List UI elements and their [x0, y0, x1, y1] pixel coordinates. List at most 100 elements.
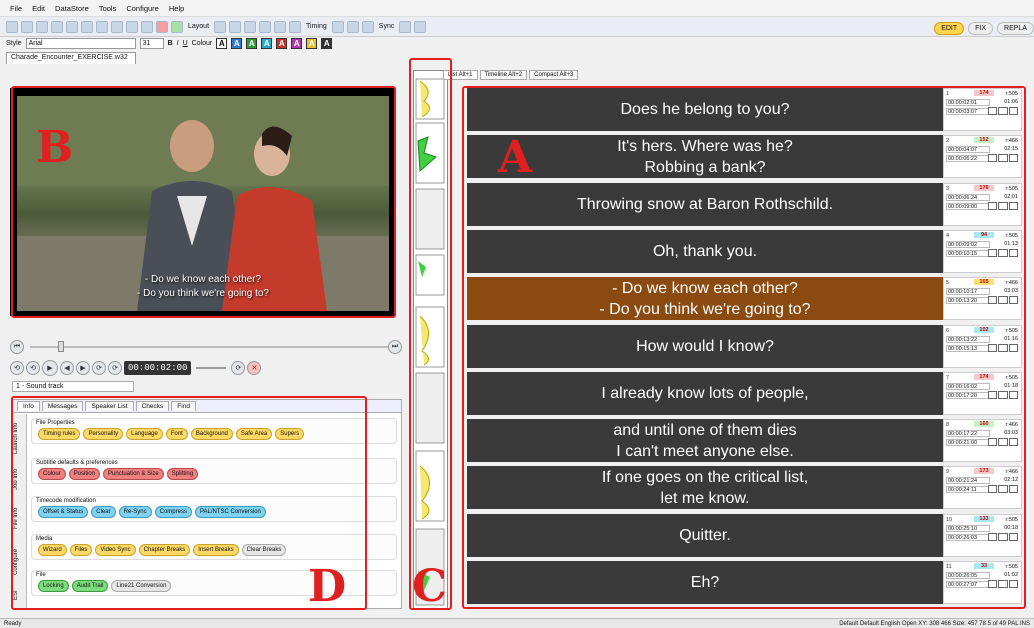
print-icon[interactable] [126, 20, 138, 33]
subtitle-text[interactable]: - Do we know each other? - Do you think w… [467, 277, 943, 321]
subtitle-row[interactable]: If one goes on the critical list, let me … [462, 466, 1022, 510]
pill-button[interactable]: Timing rules [38, 428, 81, 440]
timecode-out[interactable]: 00:00:26:03 [946, 533, 990, 541]
subtitle-row[interactable]: Throwing snow at Baron Rothschild. 3 176 r:… [462, 182, 1022, 226]
flag-box[interactable] [1008, 201, 1018, 210]
pill-button[interactable]: Offset & Status [38, 506, 89, 518]
timecode-out[interactable]: 00:00:17:20 [946, 391, 990, 399]
pill-button[interactable]: Colour [38, 468, 66, 480]
flag-box[interactable] [998, 532, 1008, 541]
colour-red-button[interactable]: A [276, 38, 288, 49]
pill-button[interactable]: Locking [38, 580, 69, 592]
timecode-in[interactable]: 00:00:10:17 [946, 288, 990, 296]
timecode-in[interactable]: 00:00:21:24 [946, 477, 990, 485]
flag-box[interactable] [1008, 438, 1018, 447]
tab-find[interactable]: Find [171, 401, 196, 411]
menu-tools[interactable]: Tools [99, 4, 117, 13]
pill-button[interactable]: Line21 Conversion [111, 580, 172, 592]
timecode-out[interactable]: 00:00:09:00 [946, 202, 990, 210]
pill-button[interactable]: Punctuation & Size [103, 468, 164, 480]
colour-blue-button[interactable]: A [231, 38, 243, 49]
menu-configure[interactable]: Configure [126, 4, 159, 13]
subtitle-text[interactable]: How would I know? [467, 324, 943, 368]
pill-button[interactable]: Chapter Breaks [138, 544, 191, 556]
flag-box[interactable] [1008, 485, 1018, 494]
subtitle-text[interactable]: Oh, thank you. [467, 229, 943, 273]
timecode-in[interactable]: 00:00:13:22 [946, 335, 990, 343]
flag-box[interactable] [1008, 248, 1018, 257]
skip-start-icon[interactable]: ⏮ [10, 340, 24, 354]
flag-box[interactable] [1008, 107, 1018, 115]
tab-speaker-list[interactable]: Speaker List [85, 401, 134, 411]
flag-box[interactable] [1008, 154, 1018, 163]
colour-white-button[interactable]: A [216, 38, 228, 49]
tab-checks[interactable]: Checks [135, 401, 170, 411]
subtitle-row[interactable]: How would I know? 6 102 r:505 00:00:13:22 01:… [462, 324, 1022, 368]
new-icon[interactable] [6, 20, 18, 33]
pill-button[interactable]: Wizard [38, 544, 67, 556]
tab-list[interactable]: List Alt+1 [443, 70, 478, 80]
subtitle-row[interactable]: Quitter. 10 133 r:505 00:00:25:10 00:18 00:00:… [462, 513, 1022, 557]
save-icon[interactable] [36, 20, 48, 33]
subtitle-text[interactable]: and until one of them dies I can't meet a… [467, 419, 943, 463]
flag-box[interactable] [998, 485, 1008, 494]
subtitle-row[interactable]: Oh, thank you. 4 94 r:505 00:00:09:02 01:13 00… [462, 229, 1022, 273]
flag-box[interactable] [998, 296, 1008, 305]
seek-bar[interactable] [30, 346, 390, 348]
tab-messages[interactable]: Messages [41, 401, 84, 411]
flag-box[interactable] [1008, 580, 1018, 588]
loop-icon[interactable]: ⟳ [231, 361, 246, 375]
timecode-out[interactable]: 00:00:10:15 [946, 249, 990, 257]
flag-box[interactable] [988, 154, 998, 163]
waveform-panel[interactable] [413, 70, 448, 610]
pill-button[interactable]: Font [165, 428, 188, 440]
colour-black-button[interactable]: A [321, 38, 333, 49]
timecode-in[interactable]: 00:00:04:07 [946, 146, 990, 154]
pill-button[interactable]: Language [126, 428, 163, 440]
pill-button[interactable]: Safe Area [235, 428, 273, 440]
flag-box[interactable] [988, 296, 998, 305]
pill-button[interactable]: Clear [91, 506, 116, 518]
timecode-out[interactable]: 00:00:15:13 [946, 344, 990, 352]
timecode-in[interactable]: 00:00:25:10 [946, 524, 990, 532]
subtitle-text[interactable]: Quitter. [467, 513, 943, 557]
bold-button[interactable]: B [168, 40, 173, 47]
timing-in-icon[interactable] [331, 20, 344, 33]
subtitle-row[interactable]: and until one of them dies I can't meet a… [462, 419, 1022, 463]
pill-button[interactable]: Clear Breaks [241, 544, 287, 556]
find-icon[interactable] [141, 20, 153, 33]
pill-button[interactable]: Re-Sync [118, 506, 152, 518]
pill-button[interactable]: PAL/NTSC Conversion [194, 506, 266, 518]
tab-compact[interactable]: Compact Alt+3 [529, 70, 579, 80]
pill-button[interactable]: Personality [83, 428, 124, 440]
rewind-icon[interactable]: ⟲ [26, 361, 40, 375]
timecode-in[interactable]: 00:00:09:02 [946, 240, 990, 248]
seek-handle[interactable] [58, 341, 64, 352]
flag-box[interactable] [1008, 343, 1018, 352]
cut-icon[interactable] [51, 20, 63, 33]
tab-timeline[interactable]: Timeline Alt+2 [479, 70, 528, 80]
timecode-out[interactable]: 00:00:21:00 [946, 439, 990, 447]
timecode-in[interactable]: 00:00:16:02 [946, 382, 990, 390]
align-left-icon[interactable] [214, 20, 227, 33]
volume-slider[interactable] [196, 367, 227, 369]
step-back-icon[interactable]: ◀ [60, 361, 74, 375]
menu-edit[interactable]: Edit [32, 4, 45, 13]
subtitle-row[interactable]: It's hers. Where was he? Robbing a bank? 2… [462, 135, 1022, 179]
flag-box[interactable] [1008, 390, 1018, 399]
flag-box[interactable] [998, 343, 1008, 352]
vtab-esi[interactable]: ESI [13, 586, 27, 604]
subtitle-text[interactable]: It's hers. Where was he? Robbing a bank? [467, 135, 943, 179]
flag-box[interactable] [998, 107, 1008, 115]
open-icon[interactable] [21, 20, 33, 33]
flag-box[interactable] [988, 201, 998, 210]
subtitle-text[interactable]: Eh? [467, 561, 943, 604]
colour-magenta-button[interactable]: A [291, 38, 303, 49]
flag-box[interactable] [998, 248, 1008, 257]
vtab-configure[interactable]: Configure [13, 542, 27, 582]
sound-track-select[interactable]: 1 - Sound track [12, 381, 134, 392]
mode-edit[interactable]: EDIT [934, 22, 965, 35]
skip-end-icon[interactable]: ⏭ [388, 340, 402, 354]
subtitle-text[interactable]: I already know lots of people, [467, 371, 943, 415]
timecode-out[interactable]: 00:00:24:11 [946, 486, 990, 494]
